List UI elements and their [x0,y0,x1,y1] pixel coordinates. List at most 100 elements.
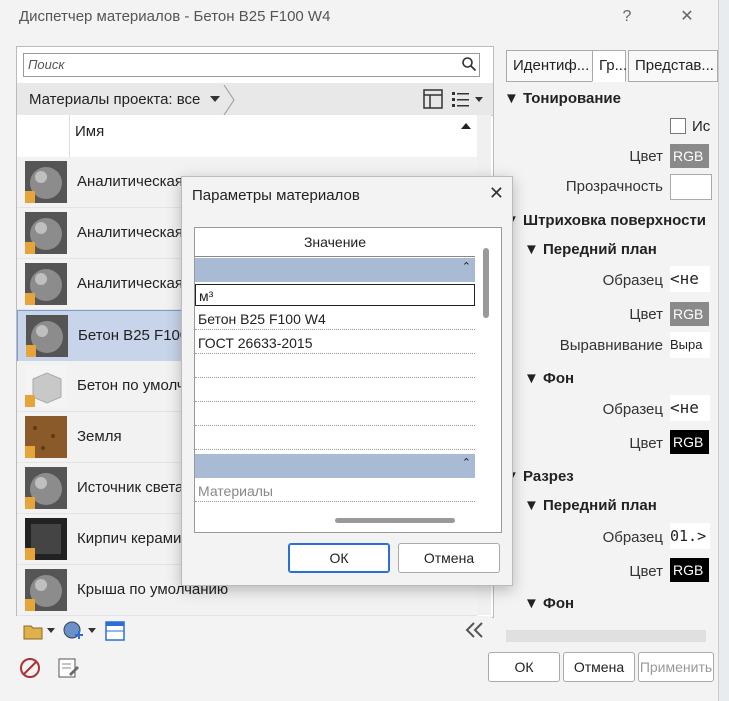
tab-appearance[interactable]: Представ... [628,50,718,82]
ok-button[interactable]: ОК [488,652,560,682]
collapse-icon[interactable]: ⌃ [462,260,471,273]
material-name: Источник света [77,479,184,496]
tinting-title: Тонирование [523,90,621,107]
fg1-align-label: Выравнивание [559,337,663,354]
material-name: Кирпич керами [77,530,182,547]
foreground2-section[interactable]: ▼ Передний план [524,497,657,514]
bg1-pattern-label: Образец [602,401,663,418]
group-header-2[interactable]: ⌃ [195,454,475,478]
collapse-icon[interactable]: ⌃ [462,456,471,469]
search-input[interactable]: Поиск [23,53,480,77]
title-bar: Диспетчер материалов - Бетон B25 F100 W4… [0,0,718,34]
project-materials-filter[interactable]: Материалы проекта: все [17,83,493,116]
material-thumbnail-icon [26,315,68,357]
tinting-section[interactable]: ▼ Тонирование [504,90,621,107]
browser-toolbar [16,616,492,646]
cancel-button[interactable]: Отмена [563,652,635,682]
foreground1-title: Передний план [543,241,657,258]
tint-color-swatch[interactable]: RGB [670,144,709,168]
background1-title: Фон [543,370,575,387]
bg1-color-label: Цвет [629,435,663,452]
fg2-color-swatch[interactable]: RGB [670,558,709,582]
library-panel-icon[interactable] [104,620,126,642]
material-thumbnail-icon [25,212,67,254]
view-options-chevron-icon[interactable] [475,97,483,102]
dialog-close-button[interactable]: ✕ [489,183,504,204]
globe-add-icon[interactable] [62,620,84,642]
grid-row-materials[interactable]: Материалы [195,480,475,502]
fg1-pattern-label: Образец [602,272,663,289]
transparency-input[interactable] [670,174,712,200]
apply-button[interactable]: Применить [638,652,714,682]
search-placeholder: Поиск [28,57,65,72]
tab-graphics[interactable]: Гр... [592,50,627,82]
folder-icon[interactable] [22,620,44,642]
foreground2-title: Передний план [543,497,657,514]
material-thumbnail-icon [25,263,67,305]
window-title: Диспетчер материалов - Бетон B25 F100 W4 [19,8,331,25]
globe-menu-chevron-icon[interactable] [88,628,96,633]
material-thumbnail-icon [25,161,67,203]
dialog-ok-button[interactable]: ОК [288,543,390,573]
fg1-pattern-value[interactable]: <не [670,266,710,292]
list-view-icon[interactable] [451,89,471,109]
background1-section[interactable]: ▼ Фон [524,370,574,387]
help-button[interactable]: ? [612,6,642,28]
filter-label: Материалы проекта: все [29,91,201,108]
sort-asc-icon [461,123,471,129]
fg2-pattern-value[interactable]: 01.> [670,523,710,549]
grid-row-empty[interactable] [195,428,475,450]
layout-view-icon[interactable] [423,89,443,109]
no-render-icon[interactable] [18,656,42,680]
folder-menu-chevron-icon[interactable] [47,628,55,633]
cut-section[interactable]: ▼ Разрез [504,468,574,485]
tint-color-label: Цвет [629,148,663,165]
name-column-header[interactable]: Имя [75,123,104,140]
parameters-grid: Значение ⌃ м³ Бетон B25 F100 W4 ГОСТ 266… [194,227,502,533]
group-header-1[interactable]: ⌃ [195,258,475,282]
material-thumbnail-icon [25,518,67,560]
fg2-pattern-label: Образец [602,529,663,546]
background2-section[interactable]: ▼ Фон [524,595,574,612]
foreground1-section[interactable]: ▼ Передний план [524,241,657,258]
bg1-color-swatch[interactable]: RGB [670,430,709,454]
material-parameters-dialog: Параметры материалов ✕ Значение ⌃ м³ Бет… [181,176,513,586]
material-thumbnail-icon [25,365,67,407]
collapse-double-chevron-icon[interactable] [464,622,484,638]
window-close-button[interactable]: ✕ [672,6,702,28]
material-name: Аналитическая [77,275,184,292]
transparency-label: Прозрачность [565,178,663,195]
grid-hscroll[interactable] [335,518,455,523]
surface-hatch-section[interactable]: ▼ Штриховка поверхности [504,212,706,229]
dialog-cancel-button[interactable]: Отмена [398,543,500,573]
tab-identity[interactable]: Идентиф... [506,50,598,82]
material-name: Бетон по умолч [77,377,185,394]
fg2-color-label: Цвет [629,563,663,580]
grid-row-empty[interactable] [195,404,475,426]
material-thumbnail-icon [25,416,67,458]
grid-row-name[interactable]: Бетон B25 F100 W4 [195,308,475,330]
fg1-align-value[interactable]: Выра [670,332,710,358]
grid-row-standard[interactable]: ГОСТ 26633-2015 [195,332,475,354]
grid-vscroll[interactable] [483,248,489,318]
thumb-col-header [17,115,70,157]
dialog-title: Параметры материалов [192,187,360,204]
properties-hscroll[interactable] [506,630,706,642]
fg1-color-swatch[interactable]: RGB [670,302,709,326]
fg1-color-label: Цвет [629,306,663,323]
grid-row-empty[interactable] [195,380,475,402]
bg1-pattern-value[interactable]: <не [670,395,710,421]
surface-hatch-title: Штриховка поверхности [523,212,707,229]
cut-title: Разрез [523,468,574,485]
material-name: Земля [77,428,122,445]
value-column-header: Значение [195,228,475,257]
material-name: Аналитическая [77,173,184,190]
grid-row-empty[interactable] [195,356,475,378]
table-header[interactable]: Имя [17,115,477,158]
search-icon[interactable] [461,56,477,72]
chevron-down-icon[interactable] [209,95,221,103]
material-edit-icon[interactable] [56,656,80,680]
material-thumbnail-icon [25,467,67,509]
use-render-checkbox[interactable] [670,118,686,134]
grid-row-unit[interactable]: м³ [195,284,475,306]
